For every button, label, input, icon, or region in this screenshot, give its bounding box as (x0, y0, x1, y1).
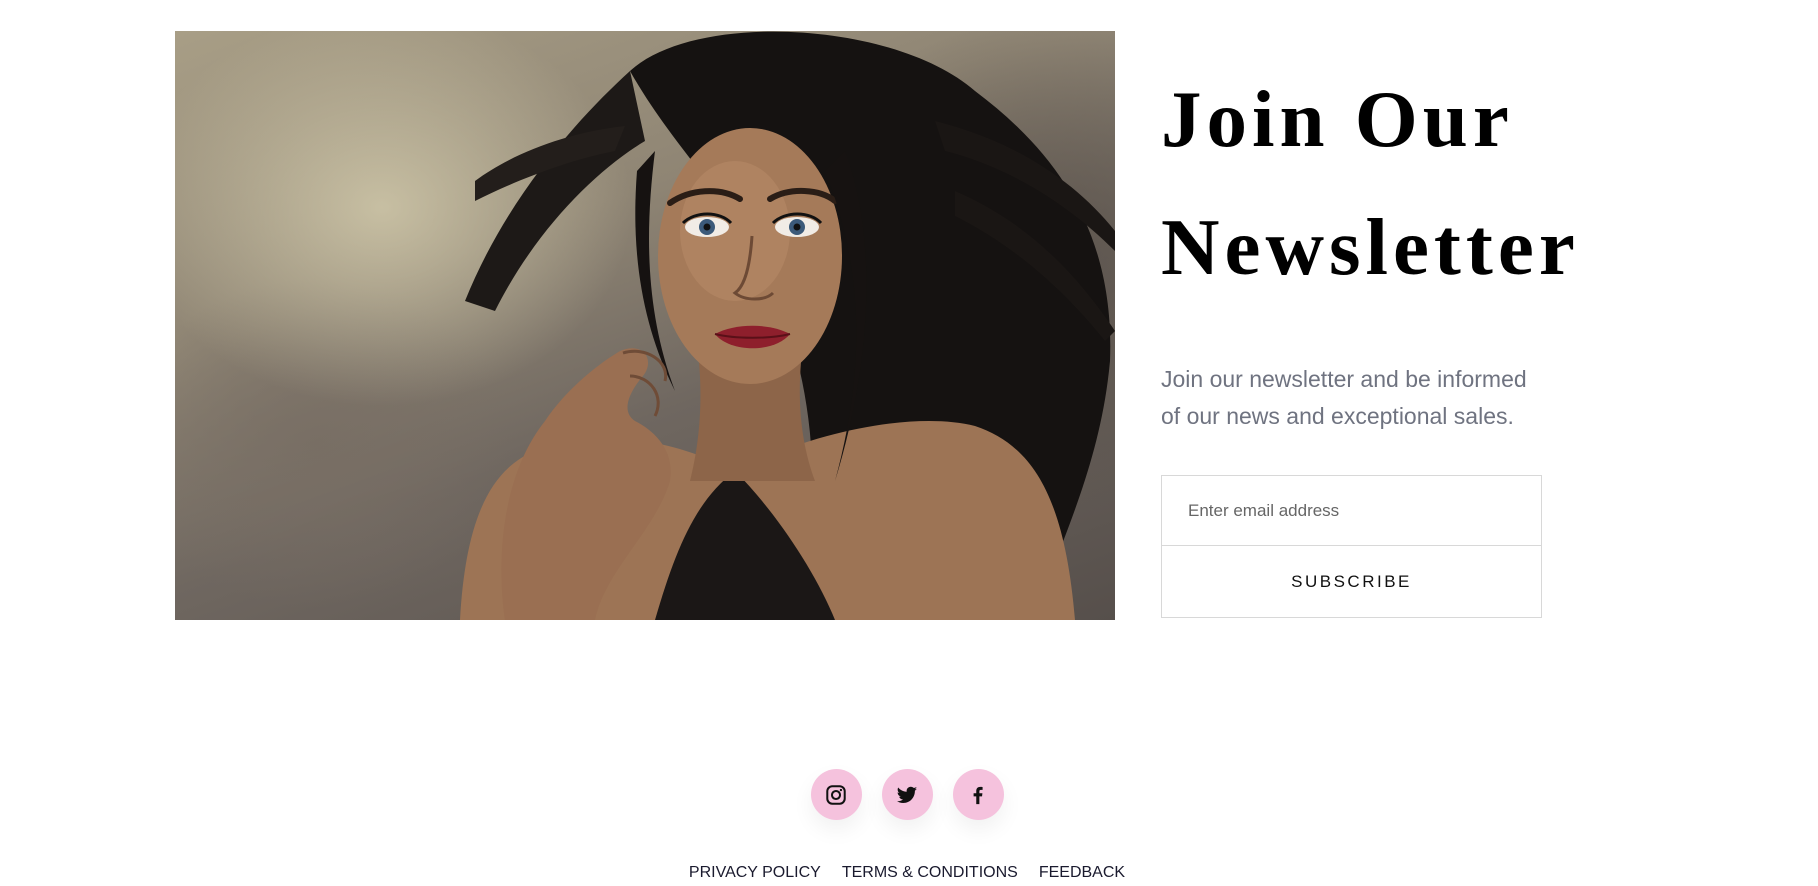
newsletter-form: SUBSCRIBE (1161, 475, 1542, 618)
feedback-link[interactable]: FEEDBACK (1039, 864, 1125, 882)
hero-photo (175, 31, 1115, 620)
instagram-icon (826, 784, 846, 805)
portrait-illustration (460, 31, 1115, 620)
facebook-button[interactable] (952, 769, 1004, 820)
terms-conditions-link[interactable]: TERMS & CONDITIONS (842, 864, 1018, 882)
footer-links: PRIVACY POLICY TERMS & CONDITIONS FEEDBA… (0, 864, 1818, 882)
newsletter-description: Join our newsletter and be informed of o… (1161, 366, 1527, 429)
newsletter-section: Join Our Newsletter Join our newsletter … (1161, 55, 1631, 618)
subscribe-button[interactable]: SUBSCRIBE (1162, 546, 1541, 617)
email-input[interactable] (1162, 476, 1541, 546)
facebook-icon (973, 786, 983, 804)
social-links (0, 769, 1818, 820)
newsletter-title: Join Our Newsletter (1161, 55, 1631, 311)
twitter-icon (896, 786, 918, 803)
privacy-policy-link[interactable]: PRIVACY POLICY (689, 864, 821, 882)
twitter-button[interactable] (881, 769, 933, 820)
newsletter-title-line2: Newsletter (1161, 202, 1580, 292)
instagram-button[interactable] (810, 769, 862, 820)
newsletter-title-line1: Join Our (1161, 74, 1514, 164)
